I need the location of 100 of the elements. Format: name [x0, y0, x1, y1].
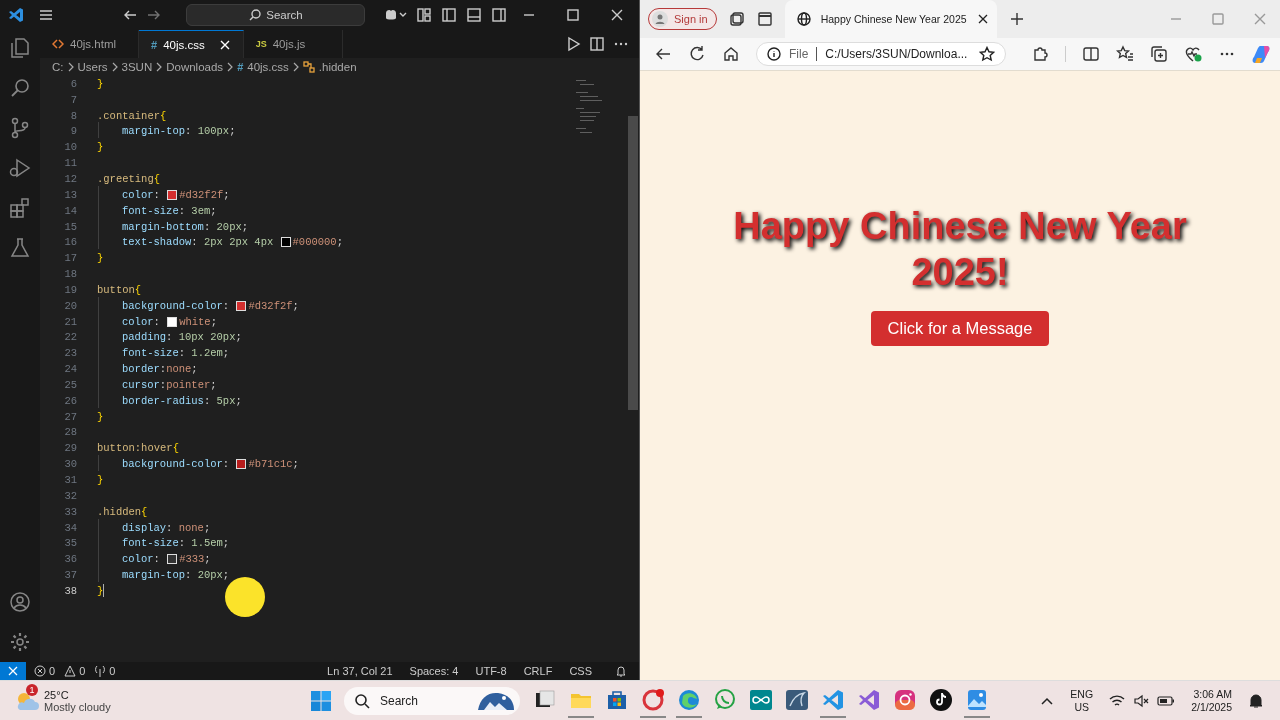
panel-toggle-icon[interactable] [466, 7, 482, 23]
text-cursor [103, 584, 105, 598]
star-icon[interactable] [979, 46, 995, 62]
account-icon[interactable] [8, 590, 32, 614]
flask-icon[interactable] [8, 236, 32, 260]
menu-icon[interactable] [38, 7, 54, 23]
breadcrumb-item[interactable]: Downloads [166, 61, 224, 73]
breadcrumb-item[interactable]: # 40js.css [237, 61, 289, 73]
code-token: ; [229, 125, 236, 138]
breadcrumb-item[interactable]: 3SUN [121, 61, 153, 73]
cursor-position[interactable]: Ln 37, Col 21 [327, 665, 393, 677]
editor-tab[interactable]: JS 40js.js [243, 30, 343, 58]
language-mode[interactable]: CSS [569, 665, 592, 677]
code-token: : [203, 394, 212, 407]
scrollbar-thumb[interactable] [628, 116, 638, 410]
close-icon[interactable] [609, 7, 625, 23]
wifi-icon[interactable] [1109, 693, 1126, 708]
code-token: ; [223, 188, 230, 201]
battery-icon[interactable] [1157, 693, 1176, 708]
line-number: 27 [63, 410, 77, 423]
line-number: 37 [63, 569, 77, 582]
favorites-icon[interactable] [1116, 45, 1134, 63]
code-token: color [122, 553, 154, 566]
address-bar[interactable]: File C:/Users/3SUN/Downloa... [756, 42, 1006, 66]
code-token: #d32f2f [248, 299, 293, 312]
code-token: padding [122, 331, 167, 344]
bell-icon[interactable] [615, 665, 627, 677]
code-token: : [203, 220, 212, 233]
secondary-sidebar-icon[interactable] [491, 7, 507, 23]
color-swatch[interactable] [167, 554, 178, 565]
code-token: font-size [122, 347, 179, 360]
color-swatch[interactable] [280, 237, 291, 248]
color-swatch[interactable] [167, 189, 178, 200]
code-token: 5px [216, 394, 236, 407]
click-highlight [225, 577, 265, 617]
line-number: 7 [69, 93, 77, 106]
code-token: } [97, 410, 104, 423]
port-count[interactable]: 0 [109, 665, 116, 677]
color-swatch[interactable] [236, 459, 247, 470]
run-debug-icon[interactable] [8, 156, 32, 180]
editor-tab[interactable]: # 40js.css [139, 30, 244, 58]
split-screen-icon[interactable] [1082, 45, 1100, 63]
browser-tab[interactable]: Happy Chinese New Year 2025 [784, 0, 997, 38]
health-icon[interactable] [1184, 45, 1202, 63]
refresh-icon[interactable] [688, 45, 706, 63]
sign-in-button[interactable]: Sign in [648, 8, 717, 30]
code-token: ; [235, 331, 242, 344]
settings-icon[interactable] [8, 630, 32, 654]
infinity-icon [749, 687, 773, 712]
notification-bell-icon[interactable] [1248, 692, 1264, 709]
line-number: 28 [63, 426, 77, 439]
color-swatch[interactable] [167, 316, 178, 327]
start-icon[interactable] [310, 689, 332, 712]
color-swatch[interactable] [236, 300, 247, 311]
layout-icon[interactable] [416, 7, 432, 23]
code-token: 20px [216, 220, 242, 233]
error-count[interactable]: 0 [49, 665, 56, 677]
line-number: 21 [63, 315, 77, 328]
breadcrumb-item[interactable]: .hidden [302, 61, 357, 73]
sidebar-toggle-icon[interactable] [441, 7, 457, 23]
encoding-setting[interactable]: UTF-8 [475, 665, 507, 677]
dolphin-icon [785, 687, 809, 712]
code-token: 20px [197, 569, 223, 582]
line-number: 12 [63, 173, 77, 185]
workspaces-icon[interactable] [728, 11, 745, 27]
line-number: 30 [63, 458, 77, 471]
run-icon[interactable] [565, 36, 581, 52]
explorer-icon[interactable] [8, 36, 32, 60]
code-token: #000000 [292, 236, 337, 249]
new-tab-icon[interactable] [1008, 11, 1025, 27]
breadcrumb-item[interactable]: C: [52, 61, 64, 73]
chevron-right-icon [291, 62, 300, 72]
indentation-setting[interactable]: Spaces: 4 [409, 665, 459, 677]
code-token: font-size [122, 204, 179, 217]
command-search-field[interactable]: Search [186, 4, 365, 26]
extensions-icon[interactable] [8, 196, 32, 220]
code-token: ; [222, 347, 230, 360]
taskbar-search-field[interactable]: Search [344, 686, 520, 715]
code-token: { [141, 505, 148, 518]
puzzle-icon[interactable] [1031, 45, 1049, 63]
code-token: color [122, 315, 154, 328]
remote-icon[interactable] [0, 662, 26, 680]
message-button[interactable]: Click for a Message [870, 311, 1050, 346]
warning-count[interactable]: 0 [79, 665, 86, 677]
maximize-icon[interactable] [565, 7, 581, 23]
breadcrumb-item[interactable]: Users [77, 61, 108, 73]
split-editor-icon[interactable] [589, 36, 605, 52]
line-number: 18 [63, 268, 77, 281]
code-token: 2px 2px 4px [203, 236, 275, 249]
close-icon[interactable] [976, 13, 989, 25]
line-ending-setting[interactable]: CRLF [523, 665, 553, 677]
clock[interactable]: 3:06 AM 2/1/2025 [1191, 687, 1232, 714]
collections-icon[interactable] [1150, 45, 1168, 63]
home-icon[interactable] [722, 45, 740, 63]
code-token: ; [210, 378, 217, 391]
code-token: : [178, 537, 187, 550]
muted-speaker-icon[interactable] [1133, 693, 1150, 708]
chevron-right-icon [66, 62, 75, 72]
tab-actions-icon[interactable] [756, 11, 773, 27]
language-indicator[interactable]: ENG US [1070, 687, 1094, 714]
